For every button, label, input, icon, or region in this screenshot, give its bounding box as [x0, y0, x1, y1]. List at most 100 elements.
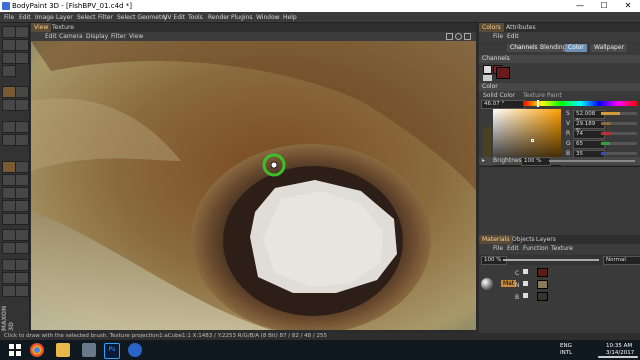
close-button[interactable]: ✕ [616, 0, 640, 12]
mat-menu-texture[interactable]: Texture [551, 245, 573, 252]
language-bottom[interactable]: INTL [560, 350, 572, 356]
paint-icon[interactable] [2, 121, 16, 133]
grid-icon[interactable] [15, 242, 29, 254]
eye-icon[interactable] [523, 269, 528, 274]
layer-icon[interactable] [2, 259, 16, 271]
bump-texture-thumb[interactable] [537, 292, 548, 301]
polygons-icon[interactable] [2, 242, 16, 254]
color-texture-thumb[interactable] [537, 268, 548, 277]
photoshop-icon[interactable]: Ps [104, 343, 120, 359]
menu-help[interactable]: Help [283, 12, 297, 23]
notification-area[interactable] [598, 356, 638, 358]
points-icon[interactable] [2, 229, 16, 241]
tab-texture[interactable]: Texture [49, 23, 77, 32]
tab-materials[interactable]: Materials [479, 235, 513, 244]
cinema4d-icon[interactable] [128, 343, 142, 357]
magnet-icon[interactable] [2, 285, 16, 297]
brightness-arrow-icon[interactable]: ▸ [482, 157, 485, 164]
menu-select[interactable]: Select [77, 12, 96, 23]
menu-window[interactable]: Window [256, 12, 280, 23]
wand-icon[interactable] [2, 52, 16, 64]
eye-icon[interactable] [523, 293, 528, 298]
lasso-icon[interactable] [15, 39, 29, 51]
brush-icon[interactable] [2, 86, 16, 98]
viewport-menu-edit[interactable]: Edit [45, 32, 57, 41]
texture-paint-radio[interactable]: Texture Paint [523, 92, 562, 99]
solid-color-radio[interactable]: Solid Color [483, 92, 515, 99]
uv-icon[interactable] [15, 213, 29, 225]
redo-icon[interactable] [15, 26, 29, 38]
viewport-menu-camera[interactable]: Camera [59, 32, 83, 41]
edges-icon[interactable] [15, 229, 29, 241]
current-color-icon[interactable] [496, 67, 510, 79]
slider-v-track[interactable] [601, 122, 637, 125]
menu-select-geometry[interactable]: Select Geometry [117, 12, 167, 23]
mat-menu-edit[interactable]: Edit [507, 245, 519, 252]
pencil-icon[interactable] [2, 134, 16, 146]
viewport-menu-view[interactable]: View [129, 32, 143, 41]
eraser-icon[interactable] [2, 99, 16, 111]
color-menu-file[interactable]: File [493, 33, 503, 40]
sphere-icon[interactable] [2, 65, 16, 77]
picker-icon[interactable] [15, 187, 29, 199]
crop-icon[interactable] [15, 52, 29, 64]
explorer-icon[interactable] [56, 343, 70, 357]
brightness-value[interactable]: 100 % [521, 157, 551, 166]
brightness-slider[interactable] [549, 160, 635, 162]
rotate-view-icon[interactable] [455, 33, 462, 40]
menu-layer[interactable]: Layer [56, 12, 73, 23]
opacity-slider[interactable] [503, 259, 599, 261]
smudge-icon[interactable] [15, 86, 29, 98]
hue-slider[interactable] [523, 101, 637, 106]
dodge-icon[interactable] [15, 134, 29, 146]
mat-menu-function[interactable]: Function [523, 245, 549, 252]
minimize-button[interactable]: — [568, 0, 592, 12]
material-ball-icon[interactable] [481, 278, 493, 290]
fg-swatch-icon[interactable] [483, 65, 492, 74]
mask-icon[interactable] [2, 272, 16, 284]
gallery-icon[interactable] [82, 343, 96, 357]
select-icon[interactable] [2, 39, 16, 51]
windows-icon[interactable] [8, 343, 22, 357]
viewport-menu-display[interactable]: Display [86, 32, 108, 41]
clone-icon[interactable] [15, 99, 29, 111]
colour-fg-icon[interactable] [2, 200, 16, 212]
sponge-icon[interactable] [2, 174, 16, 186]
pill-wallpaper[interactable]: Wallpaper [591, 44, 628, 52]
pill-color[interactable]: Color [565, 44, 587, 52]
clock-date[interactable]: 3/14/2017 [606, 350, 634, 356]
slider-s-track[interactable] [601, 112, 637, 115]
maximize-button[interactable]: ☐ [592, 0, 616, 12]
hue-field[interactable]: 46.07 ° [481, 100, 525, 109]
airbrush-icon[interactable] [2, 161, 16, 173]
stencil-icon[interactable] [15, 272, 29, 284]
viewport-3d[interactable] [31, 41, 476, 330]
gradient-icon[interactable] [2, 187, 16, 199]
tab-layers[interactable]: Layers [533, 235, 559, 244]
mat-menu-file[interactable]: File [493, 245, 503, 252]
move-view-icon[interactable] [446, 33, 453, 40]
tab-colors[interactable]: Colors [479, 23, 504, 32]
blend-mode-select[interactable]: Normal [603, 256, 640, 265]
toggle-layout-icon[interactable] [464, 33, 471, 40]
viewport-menu-filter[interactable]: Filter [111, 32, 126, 41]
chrome-icon[interactable] [30, 343, 44, 357]
slider-r-track[interactable] [601, 132, 637, 135]
undo-icon[interactable] [2, 26, 16, 38]
tab-attributes[interactable]: Attributes [503, 23, 539, 32]
menu-render[interactable]: Render [208, 12, 229, 23]
menu-uv-edit[interactable]: UV Edit [163, 12, 185, 23]
color-menu-edit[interactable]: Edit [507, 33, 519, 40]
clock-time[interactable]: 10:35 AM [606, 343, 632, 349]
menu-tools[interactable]: Tools [188, 12, 203, 23]
slider-b-track[interactable] [601, 152, 637, 155]
projection-icon[interactable] [2, 213, 16, 225]
normal-texture-thumb[interactable] [537, 280, 548, 289]
burn-icon[interactable] [15, 161, 29, 173]
language-top[interactable]: ENG [560, 343, 572, 349]
snap-icon[interactable] [15, 285, 29, 297]
colour-bg-icon[interactable] [15, 200, 29, 212]
eye-icon[interactable] [523, 281, 528, 286]
swap-icon[interactable] [483, 75, 492, 81]
checker-icon[interactable] [15, 259, 29, 271]
